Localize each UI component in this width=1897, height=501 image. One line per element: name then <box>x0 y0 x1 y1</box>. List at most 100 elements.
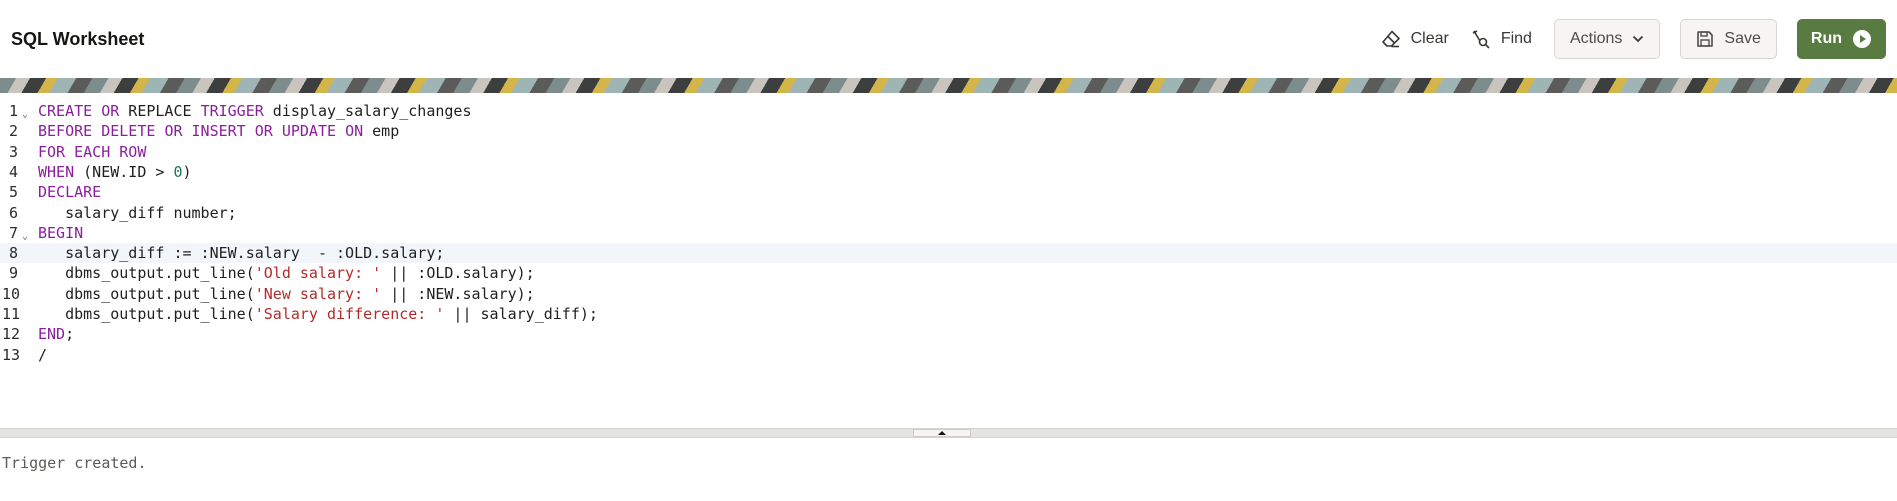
output-pane: Trigger created. <box>0 438 1897 488</box>
actions-menu-button[interactable]: Actions <box>1553 19 1661 59</box>
line-number-gutter: 9 <box>0 264 38 282</box>
keyword-token: TRIGGER <box>200 102 264 120</box>
line-number: 11 <box>2 305 21 323</box>
code-text: dbms_output.put_line('Salary difference:… <box>38 305 598 323</box>
fold-chevron-icon[interactable]: ⌄ <box>22 110 28 120</box>
line-number-gutter: 8 <box>0 244 38 262</box>
keyword-token: ON <box>345 122 364 141</box>
clear-button[interactable]: Clear <box>1381 30 1449 48</box>
keyword-token: INSERT <box>191 122 246 141</box>
keyword-token: FOR <box>38 142 66 161</box>
keyword-token: OR <box>164 122 183 141</box>
code-token: || :OLD.salary); <box>381 264 535 283</box>
keyword-token: DECLARE <box>38 183 102 202</box>
run-label: Run <box>1810 30 1842 47</box>
line-number-gutter: 1 ⌄ <box>0 102 38 120</box>
page-title: SQL Worksheet <box>11 28 145 49</box>
code-text: DECLARE <box>38 183 101 201</box>
code-token: (NEW.ID > <box>74 162 174 181</box>
code-text: BEGIN <box>38 224 83 242</box>
keyword-token: DELETE <box>101 122 156 141</box>
code-token: salary_diff := :NEW.salary - :OLD.salary… <box>38 244 445 263</box>
code-line[interactable]: 12 END; <box>0 324 1897 344</box>
line-number: 1 <box>8 102 18 120</box>
code-text: dbms_output.put_line('Old salary: ' || :… <box>38 264 535 282</box>
code-editor[interactable]: 1 ⌄ CREATE OR REPLACE TRIGGER display_sala… <box>0 93 1897 428</box>
code-line[interactable]: 6 salary_diff number; <box>0 203 1897 223</box>
code-text: salary_diff := :NEW.salary - :OLD.salary… <box>38 244 444 262</box>
keyword-token: EACH <box>74 142 111 161</box>
line-number-gutter: 11 <box>0 305 38 323</box>
code-token: display_salary_changes <box>263 102 472 120</box>
code-line[interactable]: 5 DECLARE <box>0 182 1897 202</box>
keyword-token: OR <box>254 122 273 141</box>
code-line[interactable]: 8 salary_diff := :NEW.salary - :OLD.sala… <box>0 243 1897 264</box>
code-text: / <box>38 346 47 364</box>
code-token: dbms_output.put_line( <box>38 284 255 303</box>
keyword-token: ROW <box>119 142 147 161</box>
code-token: REPLACE <box>119 102 201 120</box>
save-label: Save <box>1724 30 1761 47</box>
code-line[interactable]: 2 BEFORE DELETE OR INSERT OR UPDATE ON em… <box>0 121 1897 141</box>
code-token: || salary_diff); <box>444 305 598 323</box>
line-number: 10 <box>2 284 21 303</box>
line-number-gutter: 3 <box>0 143 38 161</box>
code-line[interactable]: 1 ⌄ CREATE OR REPLACE TRIGGER display_sala… <box>0 101 1897 121</box>
chevron-down-icon <box>1633 35 1644 43</box>
keyword-token: CREATE <box>38 102 93 120</box>
find-icon <box>1472 30 1490 49</box>
line-number: 7 <box>8 223 18 242</box>
code-line[interactable]: 3 FOR EACH ROW <box>0 142 1897 162</box>
pane-splitter[interactable] <box>0 428 1897 438</box>
string-token: 'Old salary: ' <box>254 264 382 283</box>
toolbar: Clear Find Actions Save Run <box>1381 19 1886 59</box>
code-token: ) <box>182 162 192 181</box>
keyword-token: OR <box>101 102 120 120</box>
code-token: salary_diff number; <box>38 203 237 222</box>
line-number-gutter: 12 <box>0 325 38 343</box>
code-token: dbms_output.put_line( <box>38 305 255 323</box>
splitter-handle[interactable] <box>913 429 971 437</box>
actions-label: Actions <box>1569 30 1623 47</box>
code-token: / <box>38 345 48 364</box>
string-token: 'Salary difference: ' <box>254 305 445 323</box>
line-number: 13 <box>2 345 21 364</box>
keyword-token: BEGIN <box>38 223 84 242</box>
code-line[interactable]: 7 ⌄ BEGIN <box>0 223 1897 243</box>
worksheet-header: SQL Worksheet Clear Find Actions Save Ru… <box>0 0 1897 78</box>
decorative-banner <box>0 78 1897 93</box>
find-button[interactable]: Find <box>1471 29 1532 49</box>
chevron-up-icon <box>938 431 946 435</box>
string-token: 'New salary: ' <box>254 284 382 303</box>
line-number: 3 <box>8 142 18 161</box>
line-number-gutter: 7 ⌄ <box>0 224 38 242</box>
code-line[interactable]: 11 dbms_output.put_line('Salary differen… <box>0 304 1897 324</box>
code-token: dbms_output.put_line( <box>38 264 255 283</box>
line-number: 4 <box>8 162 18 181</box>
code-line[interactable]: 13 / <box>0 345 1897 365</box>
code-text: END; <box>38 325 74 343</box>
play-icon <box>1853 30 1871 48</box>
code-text: BEFORE DELETE OR INSERT OR UPDATE ON emp <box>38 122 399 140</box>
line-number-gutter: 6 <box>0 204 38 222</box>
code-token: ; <box>65 325 75 344</box>
code-line[interactable]: 9 dbms_output.put_line('Old salary: ' ||… <box>0 263 1897 283</box>
code-line[interactable]: 4 WHEN (NEW.ID > 0) <box>0 162 1897 182</box>
number-token: 0 <box>173 162 183 181</box>
line-number: 5 <box>8 183 18 202</box>
line-number: 12 <box>2 325 21 344</box>
code-line[interactable]: 10 dbms_output.put_line('New salary: ' |… <box>0 284 1897 304</box>
clear-label: Clear <box>1410 30 1449 47</box>
run-button[interactable]: Run <box>1796 19 1886 59</box>
code-text: CREATE OR REPLACE TRIGGER display_salary… <box>38 102 472 120</box>
fold-chevron-icon[interactable]: ⌄ <box>22 231 28 242</box>
save-button[interactable]: Save <box>1680 19 1777 59</box>
line-number: 8 <box>8 244 18 263</box>
